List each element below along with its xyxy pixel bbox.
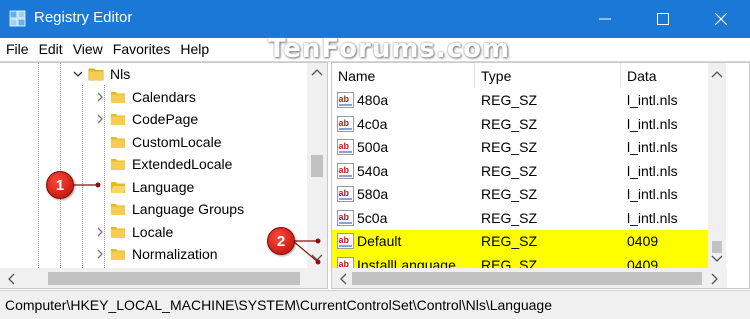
callout-badge-2: 2 bbox=[267, 227, 295, 255]
callout-connector bbox=[72, 182, 321, 265]
callout-badge-1: 1 bbox=[46, 171, 74, 199]
